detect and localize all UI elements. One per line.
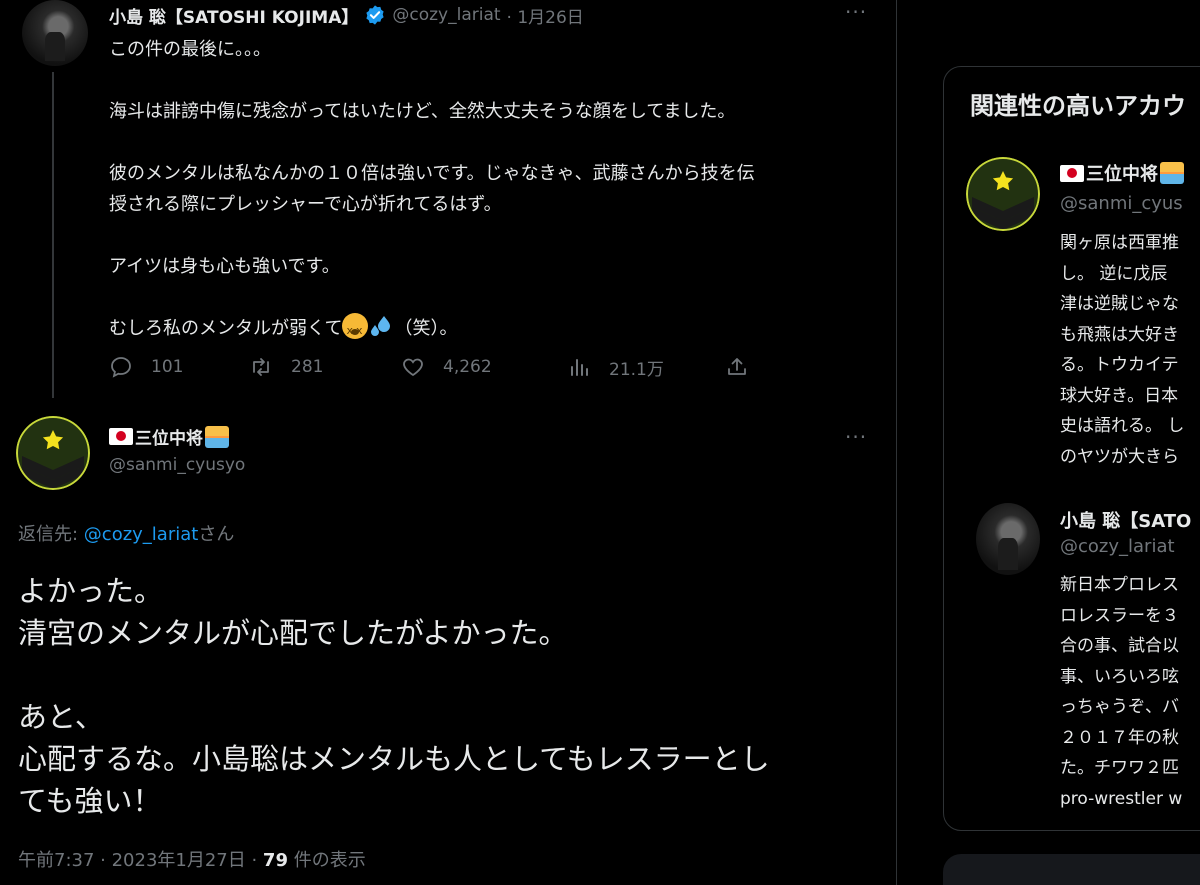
- analytics-icon: [571, 359, 588, 376]
- bio-line: る。トウカイテ: [1060, 355, 1179, 375]
- bio-line: 津は逆賊じゃな: [1060, 294, 1179, 314]
- tweet1-line: この件の最後に。。。: [109, 39, 271, 60]
- tweet2-line: あと、: [18, 700, 104, 734]
- verified-badge-icon: [366, 5, 384, 25]
- bio-line: 合の事、試合以: [1060, 636, 1179, 656]
- tweet2-timestamp[interactable]: 午前7:37 · 2023年1月27日 ·: [18, 850, 263, 871]
- retweet-count: 281: [291, 357, 324, 377]
- tweet1-line: 海斗は誹謗中傷に残念がってはいたけど、全然大丈夫そうな顔をしてました。: [109, 101, 736, 122]
- tweet1-last-prefix: むしろ私のメンタルが弱くて: [109, 318, 343, 339]
- tweet2-line: 心配するな。小島聡はメンタルも人としてもレスラーとし: [18, 742, 770, 776]
- sidebar-account-2-name[interactable]: 小島 聡【SATO: [1060, 507, 1191, 533]
- bio-line: た。チワワ２匹: [1060, 758, 1179, 778]
- bio-line: 事、いろいろ呟: [1060, 666, 1179, 687]
- main-column: 小島 聡【SATOSHI KOJIMA】 @cozy_lariat · 1月26…: [0, 0, 897, 885]
- tweet1-line: アイツは身も心も強いです。: [109, 256, 340, 277]
- bio-line: ロレスラーを３: [1060, 605, 1179, 626]
- views-button[interactable]: 21.1万: [567, 355, 725, 380]
- tweet1-line: 彼のメンタルは私なんかの１０倍は強いです。じゃなきゃ、武藤さんから技を伝: [109, 163, 755, 184]
- kojima-avatar[interactable]: [22, 0, 88, 66]
- tweet1-line: [109, 127, 879, 158]
- bio-line: っちゃうぞ、バ: [1060, 697, 1179, 717]
- sunrise-emoji-icon: [1160, 162, 1184, 184]
- reply-count: 101: [151, 357, 184, 377]
- bio-line: ２０１７年の秋: [1060, 727, 1179, 748]
- tweet2-line: [18, 654, 878, 696]
- sweat-droplets-emoji-icon: [371, 316, 391, 336]
- sidebar-sanmi-avatar[interactable]: [966, 157, 1040, 231]
- relevant-accounts-title: 関連性の高いアカウ: [970, 92, 1186, 120]
- view-count: 21.1万: [609, 359, 664, 380]
- sidebar-account-1-name: 三位中将: [1086, 164, 1158, 185]
- heart-icon: [403, 358, 423, 377]
- bio-line: pro-wrestler w: [1060, 788, 1183, 809]
- retweet-button[interactable]: 281: [249, 355, 401, 379]
- tweet2-view-label: 件の表示: [287, 850, 366, 871]
- share-button[interactable]: [725, 355, 749, 379]
- tweet1-action-bar: 101 281 4,262 21.1万: [109, 352, 749, 382]
- tweet2-view-count: 79: [262, 850, 288, 871]
- tweet1-last-suffix: （笑）。: [394, 318, 458, 339]
- reply-to-line: 返信先: @cozy_lariatさん: [18, 520, 234, 546]
- tweet1-more-icon[interactable]: ···: [845, 0, 867, 24]
- reply-to-handle-link[interactable]: @cozy_lariat: [84, 524, 199, 545]
- tweet1-author-name[interactable]: 小島 聡【SATOSHI KOJIMA】: [109, 3, 358, 28]
- dizzy-face-emoji-icon: [342, 313, 369, 346]
- japan-flag-icon: [109, 428, 133, 445]
- tweet1-last-line: むしろ私のメンタルが弱くて （笑）。: [109, 313, 879, 346]
- bio-line: 関ヶ原は西軍推: [1060, 233, 1179, 253]
- tweet1-line: [109, 65, 879, 96]
- sidebar-account-1-handle[interactable]: @sanmi_cyus: [1060, 193, 1183, 214]
- tweet1-header: 小島 聡【SATOSHI KOJIMA】 @cozy_lariat · 1月26…: [109, 2, 584, 28]
- tweet2-line: ても強い！: [18, 784, 162, 818]
- share-icon: [728, 358, 746, 375]
- tweet2-line: 清宮のメンタルが心配でしたがよかった。: [18, 616, 568, 650]
- bio-line: 新日本プロレス: [1060, 575, 1179, 595]
- reply-to-suffix: さん: [198, 524, 235, 545]
- sidebar: 関連性の高いアカウ 三位中将 @sanmi_cyus 関ヶ原は西軍推 し。 逆に…: [898, 0, 1200, 885]
- sanmi-avatar[interactable]: [16, 416, 90, 490]
- reply-to-label: 返信先:: [18, 524, 84, 545]
- reply-button[interactable]: 101: [109, 355, 249, 379]
- tweet1-line: [109, 282, 879, 313]
- tweet1-text: この件の最後に。。。 海斗は誹謗中傷に残念がってはいたけど、全然大丈夫そうな顔を…: [109, 34, 879, 346]
- sidebar-account-2-handle[interactable]: @cozy_lariat: [1060, 536, 1175, 557]
- tweet1-line: [109, 220, 879, 251]
- sidebar-account-1-bio: 関ヶ原は西軍推 し。 逆に戊辰 津は逆賊じゃな も飛燕は大好き る。トウカイテ …: [1060, 228, 1200, 472]
- sidebar-account-2-bio: 新日本プロレス ロレスラーを３ 合の事、試合以 事、いろいろ呟 っちゃうぞ、バ …: [1060, 570, 1200, 814]
- thread-line: [52, 72, 54, 398]
- sunrise-emoji-icon: [205, 425, 229, 448]
- like-button[interactable]: 4,262: [401, 355, 567, 379]
- japan-flag-icon: [1060, 164, 1084, 182]
- tweet2-author-name[interactable]: 三位中将: [135, 424, 203, 449]
- bio-line: 球大好き。日本: [1060, 385, 1179, 406]
- tweet2-text: よかった。 清宮のメンタルが心配でしたがよかった。 あと、 心配するな。小島聡は…: [18, 570, 878, 822]
- bio-line: も飛燕は大好き: [1060, 324, 1179, 345]
- like-count: 4,262: [443, 357, 492, 377]
- bio-line: 史は語れる。 し: [1060, 416, 1185, 436]
- tweet1-author-handle[interactable]: @cozy_lariat: [392, 5, 500, 25]
- sidebar-kojima-avatar[interactable]: [976, 503, 1040, 575]
- bio-line: し。 逆に戊辰: [1060, 263, 1168, 284]
- tweet1-date[interactable]: · 1月26日: [507, 3, 584, 28]
- bio-line: のヤツが大きら: [1060, 446, 1179, 467]
- tweet2-more-icon[interactable]: ···: [845, 425, 867, 449]
- trends-card: [943, 854, 1200, 885]
- sidebar-account-1-name-row[interactable]: 三位中将: [1060, 160, 1184, 186]
- tweet2-meta: 午前7:37 · 2023年1月27日 · 79 件の表示: [18, 846, 366, 872]
- tweet2-header: 三位中将: [109, 424, 229, 449]
- tweet2-author-handle[interactable]: @sanmi_cyusyo: [109, 455, 245, 475]
- retweet-icon: [253, 358, 269, 376]
- tweet1-line: 授される際にプレッシャーで心が折れてるはず。: [109, 194, 502, 215]
- reply-icon: [111, 357, 131, 378]
- tweet2-line: よかった。: [18, 574, 164, 608]
